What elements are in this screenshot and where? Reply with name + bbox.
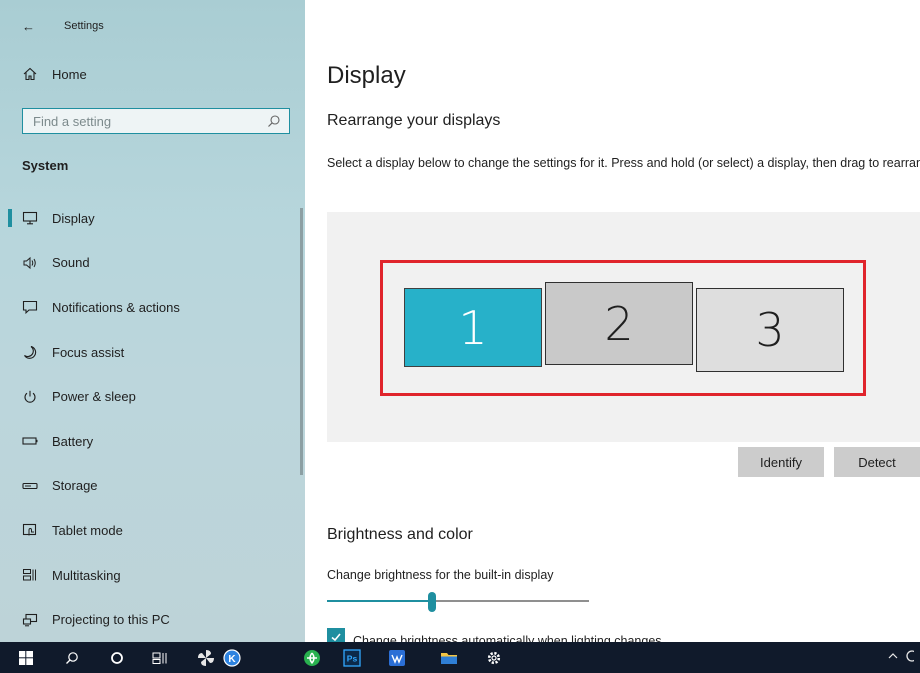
slider-fill	[327, 600, 432, 602]
sidebar-item-label: Projecting to this PC	[52, 612, 170, 628]
tray-app-icon[interactable]	[904, 649, 918, 666]
sidebar-item-label: Notifications & actions	[52, 299, 180, 315]
system-tray	[886, 649, 918, 666]
sidebar-item-label: Battery	[52, 433, 94, 449]
sidebar-item-storage[interactable]: Storage	[0, 464, 305, 509]
title-bar: ← Settings	[22, 16, 104, 36]
rearrange-description: Select a display below to change the set…	[327, 156, 920, 170]
speaker-icon	[22, 255, 38, 271]
monitor-3-tile[interactable]: 3	[696, 288, 844, 372]
sidebar-item-battery[interactable]: Battery	[0, 419, 305, 464]
home-icon	[22, 66, 38, 82]
window-title: Settings	[64, 20, 104, 32]
projecting-icon	[22, 612, 38, 628]
monitor-icon	[22, 210, 38, 226]
storage-icon	[22, 478, 38, 494]
search-icon[interactable]	[267, 114, 281, 128]
rearrange-heading: Rearrange your displays	[327, 112, 501, 129]
sidebar-item-label: Sound	[52, 255, 90, 271]
battery-icon	[22, 433, 38, 449]
auto-brightness-label: Change brightness automatically when lig…	[353, 634, 662, 642]
sidebar-item-tablet-mode[interactable]: Tablet mode	[0, 508, 305, 553]
slider-thumb[interactable]	[427, 592, 436, 612]
file-explorer-icon[interactable]	[437, 646, 461, 669]
back-button[interactable]: ←	[22, 19, 42, 34]
home-label: Home	[52, 66, 87, 82]
brightness-label: Change brightness for the built-in displ…	[327, 568, 554, 582]
sidebar-item-label: Storage	[52, 478, 98, 494]
photoshop-icon[interactable]: Ps	[340, 646, 364, 669]
auto-brightness-checkbox[interactable]	[327, 628, 345, 642]
find-setting-search-box[interactable]	[22, 108, 290, 134]
identify-button[interactable]: Identify	[738, 447, 824, 477]
sidebar-item-label: Multitasking	[52, 567, 121, 583]
multitasking-icon	[22, 567, 38, 583]
section-label-system: System	[22, 158, 69, 173]
show-hidden-icons-chevron-icon[interactable]	[886, 649, 900, 666]
windows-start-icon[interactable]	[14, 646, 38, 669]
detect-button[interactable]: Detect	[834, 447, 920, 477]
display-settings-pane: Display Rearrange your displays Select a…	[305, 0, 920, 642]
photoshop-letters: Ps	[347, 653, 358, 663]
settings-sidebar: ← Settings Home System Display Sound	[0, 0, 305, 642]
pinwheel-app-icon[interactable]	[194, 646, 218, 669]
sidebar-item-projecting[interactable]: Projecting to this PC	[0, 597, 305, 642]
home-nav-item[interactable]: Home	[22, 66, 87, 82]
tablet-mode-icon	[22, 522, 38, 538]
display-arrangement-area: 1 2 3	[327, 212, 920, 442]
k-app-letter: K	[228, 654, 236, 665]
checkmark-icon	[331, 633, 341, 642]
brightness-heading: Brightness and color	[327, 526, 473, 543]
notification-icon	[22, 299, 38, 315]
settings-gear-icon[interactable]	[482, 646, 506, 669]
task-view-icon[interactable]	[148, 646, 172, 669]
sidebar-item-label: Tablet mode	[52, 522, 123, 538]
k-app-icon[interactable]: K	[220, 646, 244, 669]
sidebar-item-power-sleep[interactable]: Power & sleep	[0, 374, 305, 419]
page-title: Display	[327, 62, 406, 89]
edit-app-icon[interactable]	[385, 646, 409, 669]
brightness-slider[interactable]	[327, 592, 589, 612]
search-icon[interactable]	[60, 646, 84, 669]
sidebar-item-display[interactable]: Display	[0, 196, 305, 241]
browser-icon[interactable]	[300, 646, 324, 669]
monitor-1-tile[interactable]: 1	[404, 288, 542, 367]
auto-brightness-row[interactable]: Change brightness automatically when lig…	[327, 628, 662, 642]
sidebar-item-notifications[interactable]: Notifications & actions	[0, 285, 305, 330]
sidebar-item-label: Power & sleep	[52, 389, 136, 405]
search-input[interactable]	[33, 113, 267, 129]
sidebar-item-label: Display	[52, 210, 95, 226]
sidebar-scrollbar[interactable]	[300, 208, 303, 475]
sidebar-nav: Display Sound Notifications & actions Fo…	[0, 196, 305, 642]
windows-taskbar: K Ps	[0, 642, 920, 673]
sidebar-item-label: Focus assist	[52, 344, 125, 360]
cortana-icon[interactable]	[105, 646, 129, 669]
sidebar-item-focus-assist[interactable]: Focus assist	[0, 330, 305, 375]
sidebar-item-multitasking[interactable]: Multitasking	[0, 553, 305, 598]
power-icon	[22, 389, 38, 405]
moon-icon	[22, 344, 38, 360]
monitor-2-tile[interactable]: 2	[545, 282, 693, 365]
sidebar-item-sound[interactable]: Sound	[0, 241, 305, 286]
